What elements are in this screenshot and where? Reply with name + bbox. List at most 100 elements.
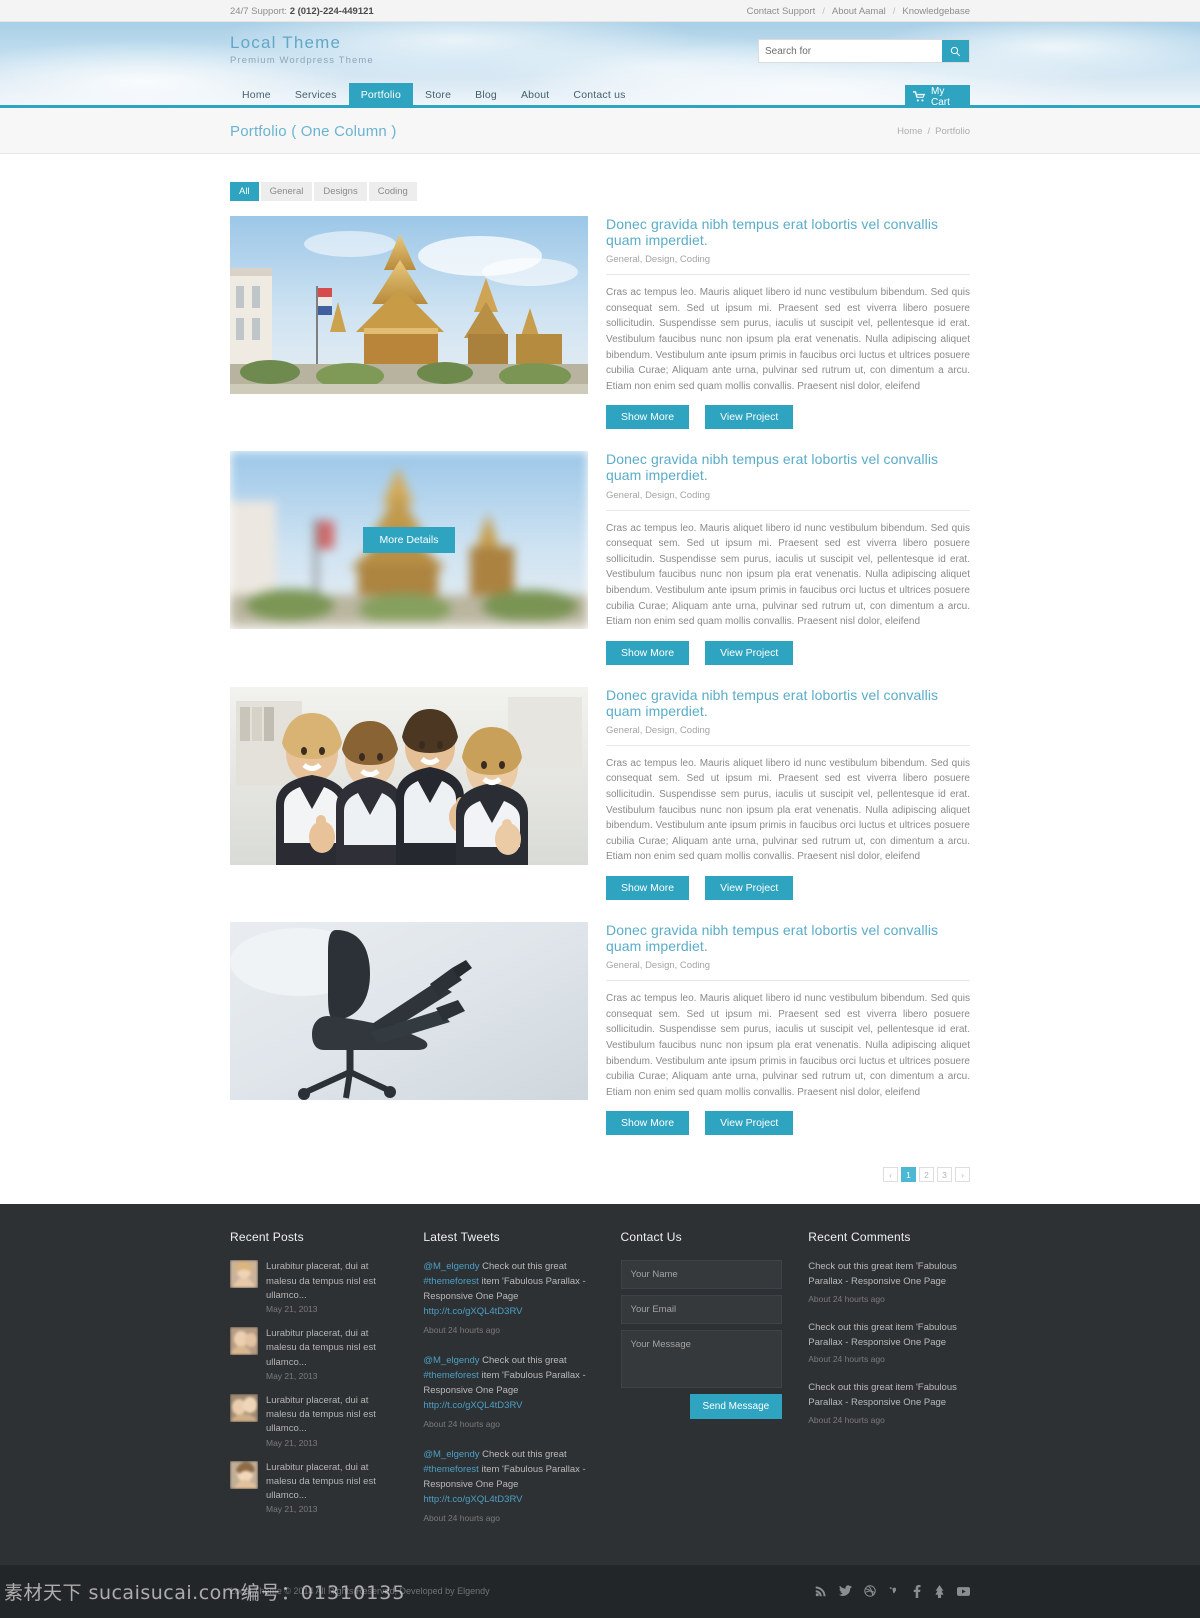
forrst-icon[interactable] <box>934 1584 945 1598</box>
send-message-button[interactable]: Send Message <box>689 1394 783 1420</box>
top-bar: 24/7 Support: 2 (012)-224-449121 Contact… <box>0 0 1200 22</box>
vimeo-icon[interactable] <box>888 1585 900 1597</box>
pagination: ‹ 1 2 3 › <box>230 1157 970 1204</box>
portfolio-filter-bar: All General Designs Coding <box>230 182 970 201</box>
pagination-next[interactable]: › <box>955 1167 970 1183</box>
tweet-hashtag[interactable]: #themeforest <box>423 1464 478 1475</box>
nav-item-about[interactable]: About <box>509 83 561 105</box>
contact-email-input[interactable] <box>620 1295 783 1325</box>
avatar <box>230 1393 258 1422</box>
nav-item-blog[interactable]: Blog <box>463 83 509 105</box>
portfolio-title[interactable]: Donec gravida nibh tempus erat lobortis … <box>606 687 970 719</box>
list-item[interactable]: Check out this great item 'Fabulous Para… <box>808 1321 970 1364</box>
nav-item-home[interactable]: Home <box>230 83 283 105</box>
nav-item-services[interactable]: Services <box>283 83 349 105</box>
breadcrumb-item-home[interactable]: Home <box>897 126 922 137</box>
tweet-link[interactable]: http://t.co/gXQL4tD3RV <box>423 1400 522 1411</box>
list-item: @M_elgendy Check out this great #themefo… <box>423 1448 594 1525</box>
comment-text: Check out this great item 'Fabulous Para… <box>808 1261 957 1288</box>
link-knowledgebase[interactable]: Knowledgebase <box>902 6 970 17</box>
youtube-icon[interactable] <box>957 1586 970 1597</box>
business-team-image <box>230 686 588 865</box>
comment-timestamp: About 24 hourts ago <box>808 1354 885 1365</box>
nav-item-store[interactable]: Store <box>413 83 463 105</box>
tweet-handle[interactable]: @M_elgendy <box>423 1355 479 1366</box>
show-more-button[interactable]: Show More <box>606 640 690 665</box>
tweet-hashtag[interactable]: #themeforest <box>423 1276 478 1287</box>
social-links <box>815 1584 970 1598</box>
breadcrumb-item-portfolio[interactable]: Portfolio <box>935 126 970 137</box>
filter-general[interactable]: General <box>260 182 313 201</box>
pagination-page-3[interactable]: 3 <box>937 1167 952 1183</box>
portfolio-thumbnail[interactable] <box>230 686 588 865</box>
tweet-handle[interactable]: @M_elgendy <box>423 1449 479 1460</box>
search-input[interactable] <box>759 40 942 62</box>
portfolio-description: Cras ac tempus leo. Mauris aliquet liber… <box>606 509 970 630</box>
show-more-button[interactable]: Show More <box>606 405 690 430</box>
portfolio-title[interactable]: Donec gravida nibh tempus erat lobortis … <box>606 922 970 954</box>
portfolio-title[interactable]: Donec gravida nibh tempus erat lobortis … <box>606 216 970 248</box>
tweet-link[interactable]: http://t.co/gXQL4tD3RV <box>423 1306 522 1317</box>
list-item[interactable]: Lurabitur placerat, dui at malesu da tem… <box>230 1393 397 1448</box>
footer-bottom-bar: Local Theme © 2014 All Rights Reserved, … <box>0 1564 1200 1618</box>
comment-timestamp: About 24 hourts ago <box>808 1293 885 1304</box>
main-navigation: Home Services Portfolio Store Blog About… <box>230 83 638 105</box>
page-root: 24/7 Support: 2 (012)-224-449121 Contact… <box>0 0 1200 1618</box>
view-project-button[interactable]: View Project <box>705 405 794 430</box>
list-item[interactable]: Lurabitur placerat, dui at malesu da tem… <box>230 1260 397 1314</box>
list-item[interactable]: Lurabitur placerat, dui at malesu da tem… <box>230 1327 397 1381</box>
show-more-button[interactable]: Show More <box>606 876 690 901</box>
tweet-link[interactable]: http://t.co/gXQL4tD3RV <box>423 1494 522 1505</box>
show-more-button[interactable]: Show More <box>606 1111 690 1136</box>
nav-item-contact-us[interactable]: Contact us <box>561 83 637 105</box>
facebook-icon[interactable] <box>912 1584 922 1598</box>
twitter-icon[interactable] <box>839 1585 852 1597</box>
my-cart-button[interactable]: My Cart <box>905 85 970 105</box>
brand-logo[interactable]: Local Theme Premium Wordpress Theme <box>230 33 374 66</box>
recent-post-text: Lurabitur placerat, dui at malesu da tem… <box>266 1461 376 1502</box>
tweet-hashtag[interactable]: #themeforest <box>423 1370 478 1381</box>
portfolio-thumbnail[interactable] <box>230 922 588 1101</box>
contact-name-input[interactable] <box>620 1260 783 1290</box>
support-label: 24/7 Support: <box>230 5 288 17</box>
page-header-bar: Portfolio ( One Column ) Home / Portfoli… <box>0 108 1200 154</box>
portfolio-categories: General, Design, Coding <box>606 254 711 266</box>
portfolio-thumbnail[interactable] <box>230 216 588 394</box>
dribbble-icon[interactable] <box>864 1585 876 1597</box>
page-title: Portfolio ( One Column ) <box>230 122 397 140</box>
more-details-button[interactable]: More Details <box>362 527 456 554</box>
site-footer: Recent Posts Lurabitur placerat, dui at … <box>0 1204 1200 1565</box>
list-item[interactable]: Check out this great item 'Fabulous Para… <box>808 1381 970 1424</box>
portfolio-thumbnail[interactable]: More Details <box>230 451 588 630</box>
link-about-aamal[interactable]: About Aamal <box>832 6 886 17</box>
filter-all[interactable]: All <box>230 182 259 201</box>
link-contact-support[interactable]: Contact Support <box>747 6 816 17</box>
rss-icon[interactable] <box>815 1585 827 1597</box>
filter-coding[interactable]: Coding <box>368 182 417 201</box>
list-item[interactable]: Check out this great item 'Fabulous Para… <box>808 1260 970 1303</box>
portfolio-actions: Show More View Project <box>606 876 970 901</box>
pagination-prev[interactable]: ‹ <box>883 1167 898 1183</box>
search-button[interactable] <box>942 40 969 62</box>
portfolio-categories: General, Design, Coding <box>606 724 711 736</box>
tweet-timestamp: About 24 hourts ago <box>423 1419 500 1430</box>
portfolio-body: Donec gravida nibh tempus erat lobortis … <box>606 687 970 901</box>
pagination-page-1[interactable]: 1 <box>901 1167 916 1183</box>
recent-comments-heading: Recent Comments <box>808 1230 911 1245</box>
portfolio-actions: Show More View Project <box>606 1111 970 1136</box>
top-bar-links: Contact Support / About Aamal / Knowledg… <box>747 6 970 17</box>
contact-message-textarea[interactable] <box>620 1330 783 1389</box>
view-project-button[interactable]: View Project <box>705 876 794 901</box>
tweet-timestamp: About 24 hourts ago <box>423 1325 500 1336</box>
portfolio-title[interactable]: Donec gravida nibh tempus erat lobortis … <box>606 451 970 483</box>
pagination-page-2[interactable]: 2 <box>919 1167 934 1183</box>
filter-designs[interactable]: Designs <box>314 182 367 201</box>
nav-item-portfolio[interactable]: Portfolio <box>348 83 414 105</box>
tweet-handle[interactable]: @M_elgendy <box>423 1261 479 1272</box>
main-content: All General Designs Coding Donec gravida… <box>0 154 1200 1204</box>
view-project-button[interactable]: View Project <box>705 640 794 665</box>
list-item[interactable]: Lurabitur placerat, dui at malesu da tem… <box>230 1460 397 1514</box>
view-project-button[interactable]: View Project <box>705 1111 794 1136</box>
breadcrumb: Home / Portfolio <box>897 126 970 137</box>
avatar <box>230 1327 258 1356</box>
